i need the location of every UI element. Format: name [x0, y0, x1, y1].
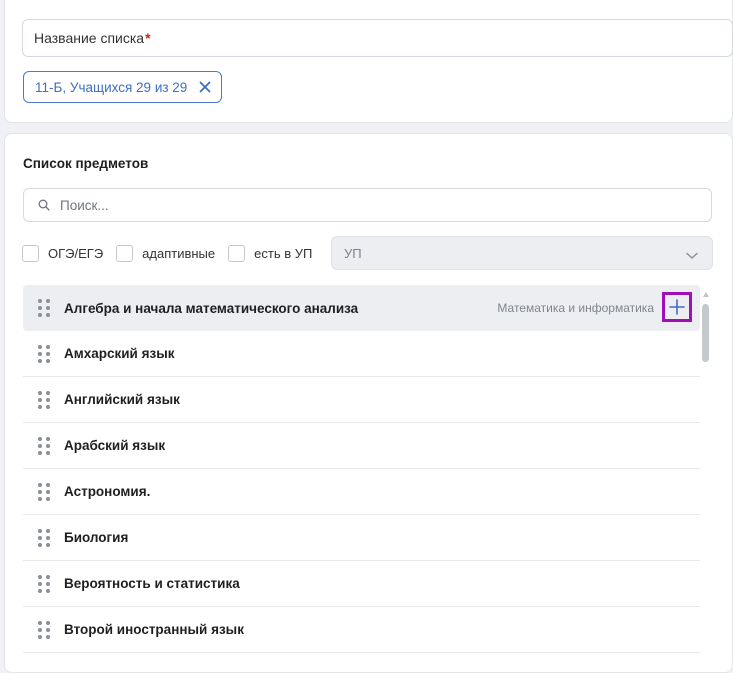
list-item[interactable]: Арабский язык [23, 423, 700, 469]
add-subject-button[interactable] [662, 292, 692, 322]
checkbox[interactable] [22, 244, 39, 262]
drag-handle-icon[interactable] [38, 528, 50, 547]
drag-handle-icon[interactable] [38, 344, 50, 363]
list-item[interactable]: Алгебра и начала математического анализа… [23, 285, 700, 331]
drag-handle-icon[interactable] [38, 299, 50, 317]
list-item[interactable]: Вероятность и статистика [23, 561, 700, 607]
plus-icon [669, 299, 685, 315]
list-item[interactable]: Биология [23, 515, 700, 561]
list-name-label: Название списка [34, 30, 145, 46]
filter-adaptive[interactable]: адаптивные [116, 244, 216, 262]
class-chip-label: 11-Б, Учащихся 29 из 29 [35, 79, 188, 95]
list-item[interactable]: Амхарский язык [23, 331, 700, 377]
close-icon[interactable] [199, 81, 211, 93]
subject-name: Английский язык [64, 392, 180, 407]
drag-handle-icon[interactable] [38, 390, 50, 409]
chevron-down-icon [686, 248, 698, 263]
subjects-title: Список предметов [23, 156, 149, 171]
list-item[interactable]: Английский язык [23, 377, 700, 423]
subject-name: Астрономия. [64, 484, 151, 499]
search-box[interactable] [23, 188, 712, 222]
list-item[interactable]: Второй иностранный язык [23, 607, 700, 653]
filter-label: адаптивные [142, 245, 216, 261]
class-chip: 11-Б, Учащихся 29 из 29 [23, 71, 222, 103]
plan-select-value: УП [344, 245, 362, 261]
drag-handle-icon[interactable] [38, 574, 50, 593]
subject-category: Математика и информатика [497, 301, 654, 315]
subject-name: Амхарский язык [64, 346, 175, 361]
subject-name: Арабский язык [64, 438, 166, 453]
list-name-field[interactable]: Название списка * [22, 19, 733, 57]
filter-bar: ОГЭ/ЕГЭ адаптивные есть в УП [22, 236, 325, 270]
subject-name: Биология [64, 530, 129, 545]
filter-in-plan[interactable]: есть в УП [228, 244, 313, 262]
checkbox[interactable] [116, 244, 134, 262]
drag-handle-icon[interactable] [38, 620, 50, 639]
subject-name: Второй иностранный язык [64, 622, 244, 637]
scroll-up-icon[interactable] [703, 292, 709, 297]
checkbox[interactable] [228, 244, 246, 262]
drag-handle-icon[interactable] [38, 436, 50, 455]
plan-select[interactable]: УП [331, 236, 713, 270]
subject-name: Алгебра и начала математического анализа [64, 300, 359, 316]
search-input[interactable] [58, 196, 662, 214]
list-scrollbar[interactable] [702, 292, 710, 662]
filter-label: есть в УП [254, 245, 313, 261]
drag-handle-icon[interactable] [38, 482, 50, 501]
filter-label: ОГЭ/ЕГЭ [48, 245, 104, 261]
subject-name: Вероятность и статистика [64, 576, 240, 591]
subjects-list: Алгебра и начала математического анализа… [23, 285, 700, 653]
filter-oge-ege[interactable]: ОГЭ/ЕГЭ [22, 244, 104, 262]
scroll-thumb[interactable] [702, 304, 709, 362]
search-icon [38, 199, 50, 211]
required-mark: * [145, 30, 151, 46]
list-item[interactable]: Астрономия. [23, 469, 700, 515]
